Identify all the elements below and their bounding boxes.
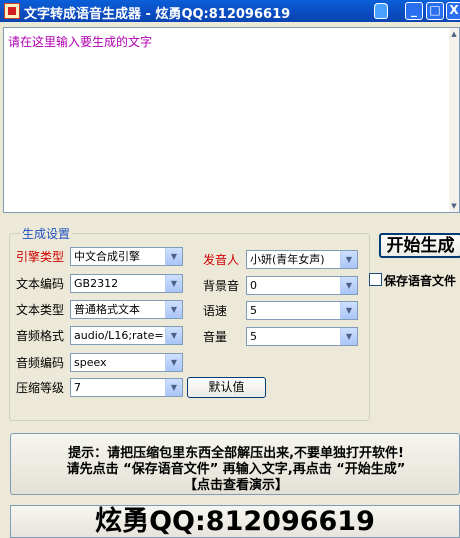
- bgm-select[interactable]: 0 ▼: [246, 276, 358, 295]
- start-button[interactable]: 开始生成: [379, 233, 460, 258]
- save-audio-checkbox[interactable]: [369, 273, 382, 286]
- volume-label: 音量: [203, 330, 228, 344]
- text-input-placeholder: 请在这里输入要生成的文字: [8, 35, 153, 49]
- audiocodec-select[interactable]: speex ▼: [70, 353, 183, 372]
- engine-value: 中文合成引擎: [74, 250, 140, 263]
- texttype-value: 普通格式文本: [74, 303, 140, 316]
- audiocodec-value: speex: [74, 356, 107, 369]
- bgm-label: 背景音: [203, 279, 240, 293]
- chevron-down-icon[interactable]: ▼: [165, 327, 182, 344]
- bgm-value: 0: [250, 279, 257, 292]
- speed-value: 5: [250, 304, 257, 317]
- skin-icon[interactable]: [372, 2, 390, 20]
- minimize-button[interactable]: _: [405, 2, 423, 20]
- qq-banner[interactable]: 炫勇QQ:812096619: [10, 505, 460, 538]
- encoding-select[interactable]: GB2312 ▼: [70, 274, 183, 293]
- audiocodec-label: 音频编码: [16, 356, 65, 370]
- texttype-select[interactable]: 普通格式文本 ▼: [70, 300, 183, 319]
- chevron-down-icon[interactable]: ▼: [340, 251, 357, 268]
- compress-select[interactable]: 7 ▼: [70, 378, 183, 397]
- scroll-down-icon[interactable]: ▼: [449, 200, 459, 212]
- window-title: 文字转成语音生成器 - 炫勇QQ:812096619: [24, 7, 291, 22]
- audioformat-value: audio/L16;rate=: [74, 329, 164, 342]
- title-bar[interactable]: 文字转成语音生成器 - 炫勇QQ:812096619 _ □ X: [0, 0, 460, 22]
- chevron-down-icon[interactable]: ▼: [165, 301, 182, 318]
- chevron-down-icon[interactable]: ▼: [165, 379, 182, 396]
- vertical-scrollbar[interactable]: ▲ ▼: [449, 28, 459, 212]
- chevron-down-icon[interactable]: ▼: [165, 275, 182, 292]
- save-audio-label[interactable]: 保存语音文件: [384, 272, 456, 289]
- speaker-select[interactable]: 小妍(青年女声) ▼: [246, 250, 358, 269]
- speed-select[interactable]: 5 ▼: [246, 301, 358, 320]
- speed-label: 语速: [203, 304, 228, 318]
- maximize-button[interactable]: □: [426, 2, 444, 20]
- chevron-down-icon[interactable]: ▼: [340, 302, 357, 319]
- engine-label: 引擎类型: [16, 250, 65, 264]
- speaker-value: 小妍(青年女声): [250, 253, 325, 266]
- volume-select[interactable]: 5 ▼: [246, 327, 358, 346]
- compress-label: 压缩等级: [16, 381, 65, 395]
- default-button[interactable]: 默认值: [187, 377, 266, 398]
- chevron-down-icon[interactable]: ▼: [165, 354, 182, 371]
- settings-group-title: 生成设置: [20, 225, 73, 242]
- chevron-down-icon[interactable]: ▼: [340, 277, 357, 294]
- encoding-value: GB2312: [74, 277, 119, 290]
- app-icon: [4, 3, 20, 19]
- encoding-label: 文本编码: [16, 277, 65, 291]
- engine-select[interactable]: 中文合成引擎 ▼: [70, 247, 183, 266]
- texttype-label: 文本类型: [16, 303, 65, 317]
- audioformat-label: 音频格式: [16, 329, 65, 343]
- notice-button[interactable]: 提示：请把压缩包里东西全部解压出来,不要单独打开软件! 请先点击 “保存语音文件…: [10, 433, 460, 495]
- text-input-area[interactable]: 请在这里输入要生成的文字 ▲ ▼: [3, 27, 460, 213]
- scroll-up-icon[interactable]: ▲: [449, 28, 459, 40]
- close-button[interactable]: X: [446, 2, 460, 20]
- notice-demo-link[interactable]: 【点击查看演示】: [11, 474, 460, 493]
- speaker-label: 发音人: [203, 253, 240, 267]
- audioformat-select[interactable]: audio/L16;rate= ▼: [70, 326, 183, 345]
- chevron-down-icon[interactable]: ▼: [340, 328, 357, 345]
- volume-value: 5: [250, 330, 257, 343]
- chevron-down-icon[interactable]: ▼: [165, 248, 182, 265]
- compress-value: 7: [74, 381, 81, 394]
